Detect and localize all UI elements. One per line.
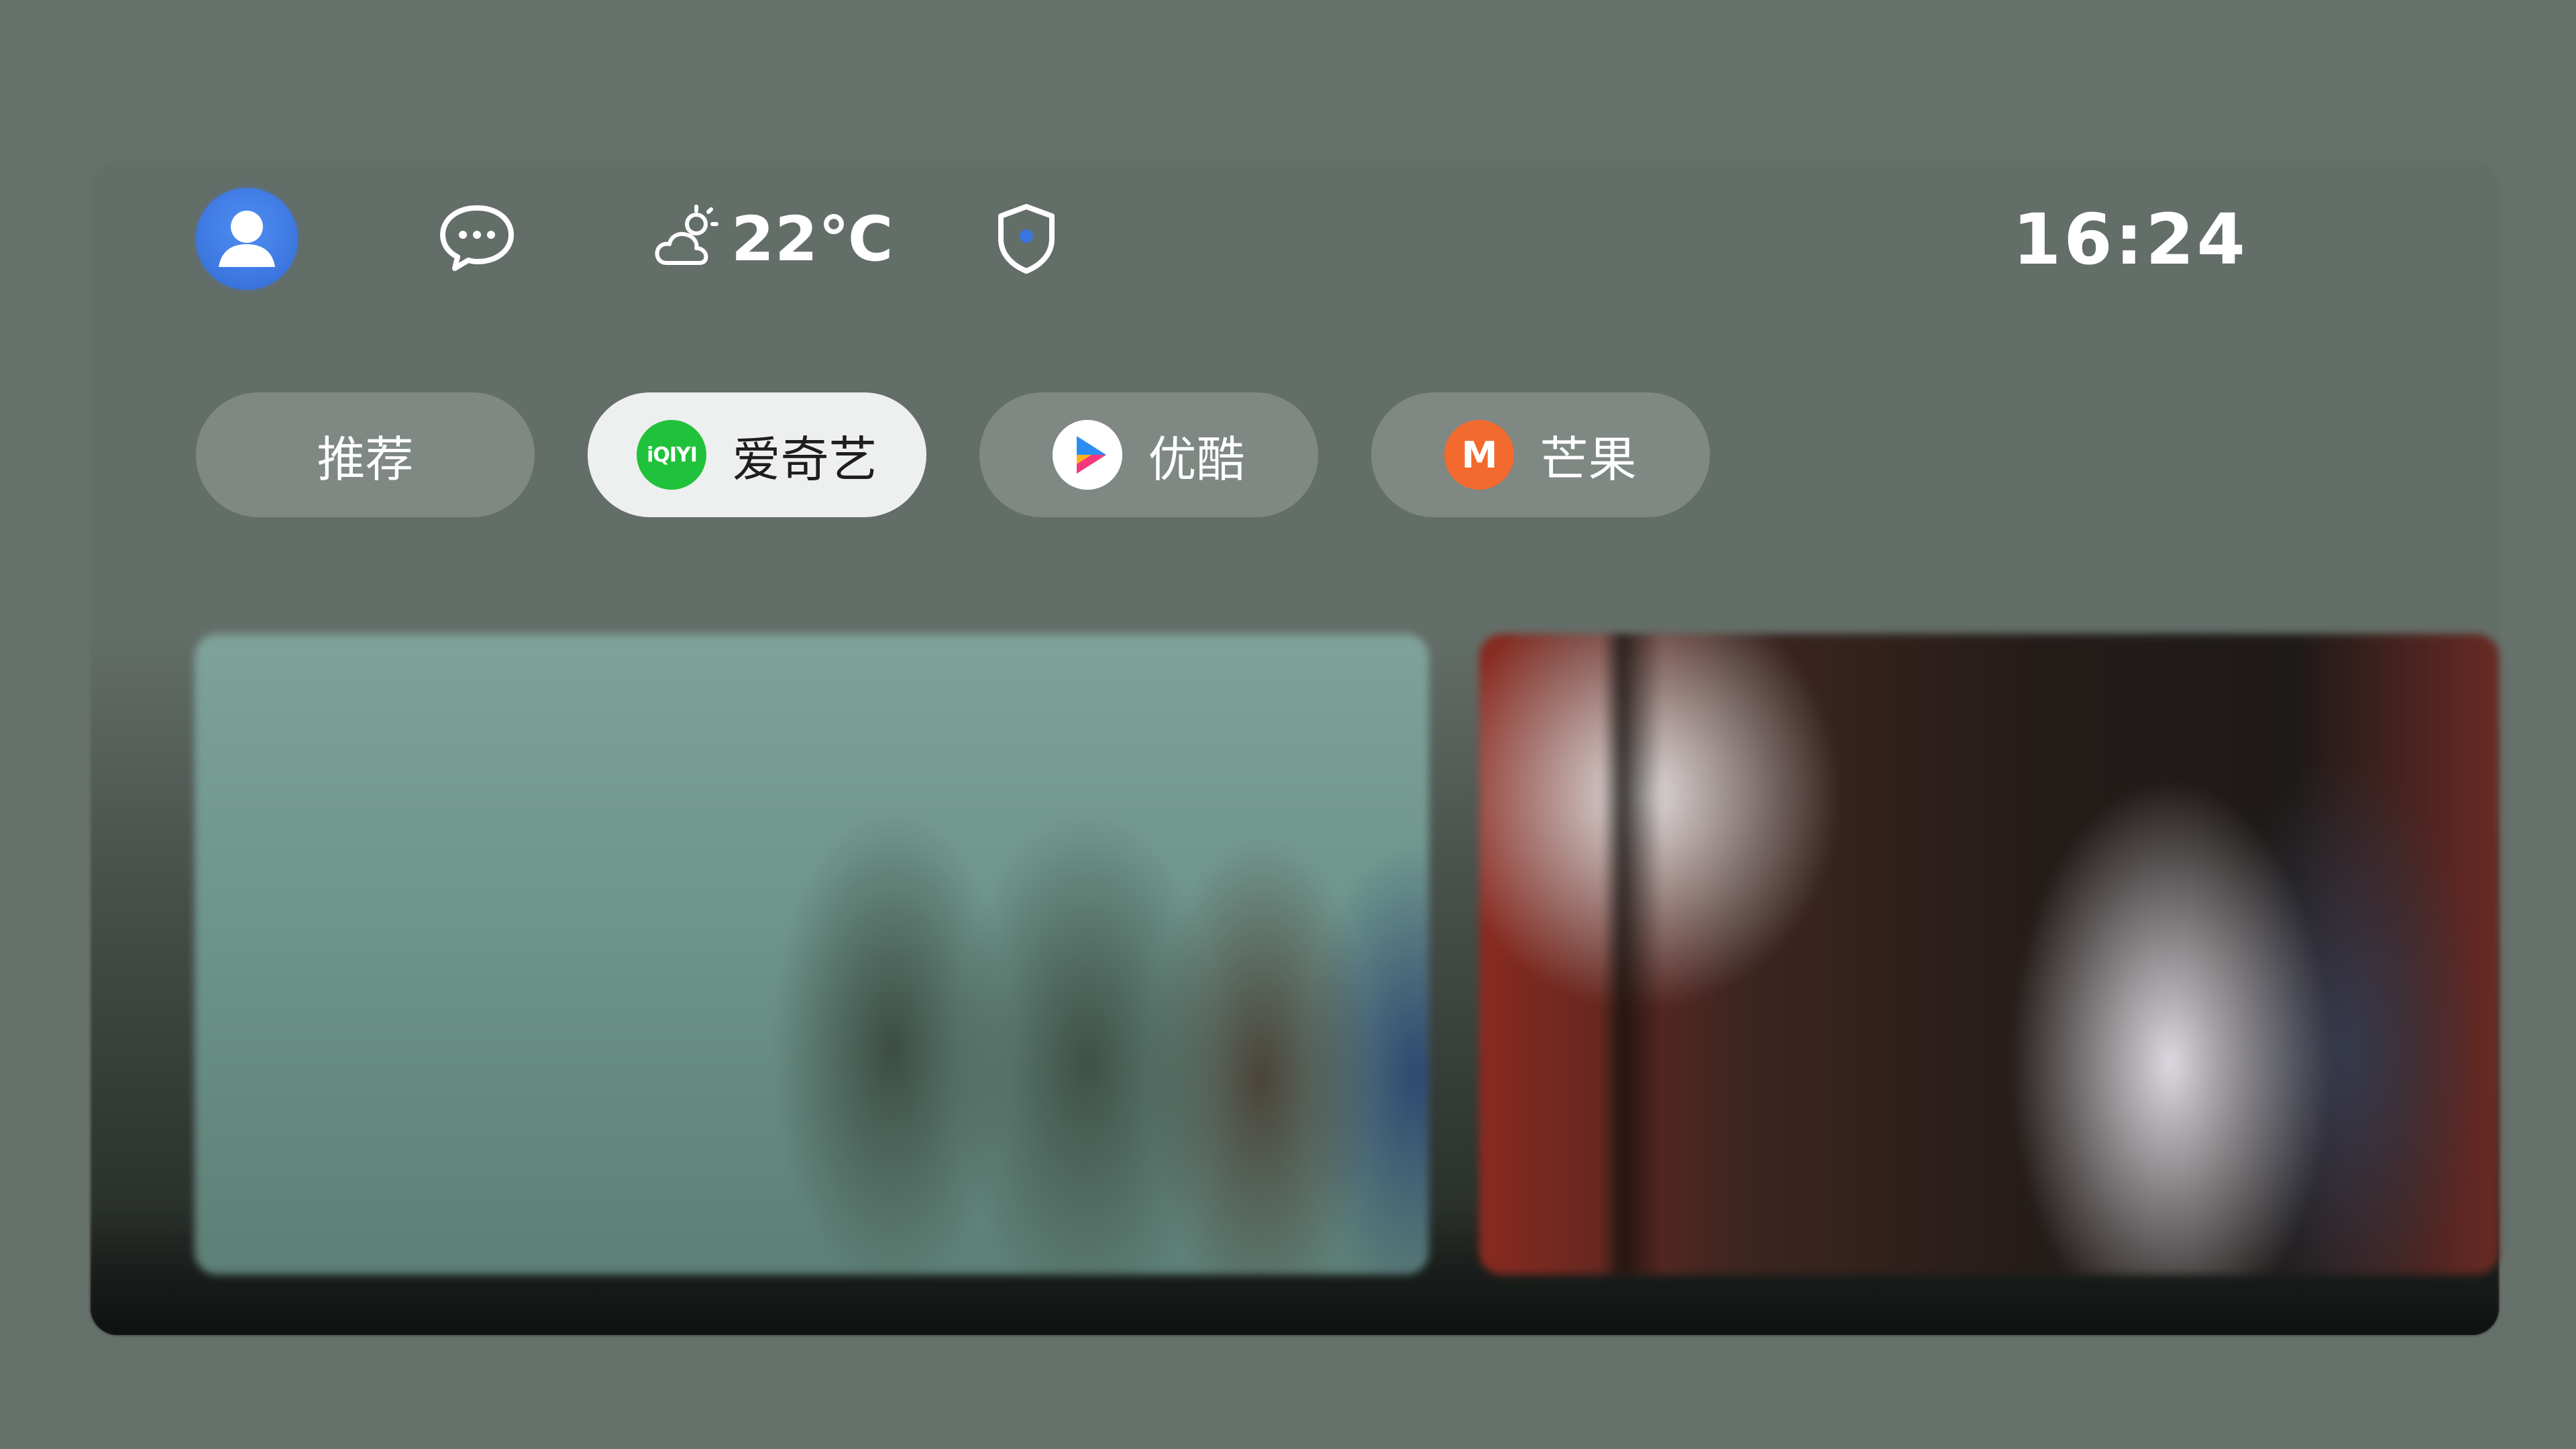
- tab-label: 推荐: [317, 431, 414, 488]
- content-card-1[interactable]: [195, 634, 1429, 1275]
- tv-home-screen: 22℃ 16:24 推荐 iQIYI 爱奇艺 优酷 M 芒果: [0, 0, 2576, 1449]
- temperature-label: 22℃: [731, 203, 894, 275]
- partly-cloudy-icon: [655, 205, 718, 265]
- mango-logo-icon: M: [1444, 420, 1515, 490]
- status-bar: 22℃ 16:24: [0, 0, 2576, 309]
- shield-icon[interactable]: [993, 201, 1060, 276]
- content-card-2[interactable]: [1479, 634, 2499, 1275]
- tab-label: 爱奇艺: [732, 431, 877, 488]
- youku-play-icon: [1053, 420, 1123, 490]
- clock: 16:24: [2012, 199, 2249, 280]
- tab-label: 优酷: [1148, 431, 1245, 488]
- tab-recommend[interactable]: 推荐: [196, 392, 535, 517]
- tab-iqiyi[interactable]: iQIYI 爱奇艺: [588, 392, 926, 517]
- chat-bubble-icon[interactable]: [436, 201, 518, 275]
- person-icon: [219, 211, 275, 267]
- user-avatar-icon[interactable]: [196, 188, 298, 290]
- tab-youku[interactable]: 优酷: [979, 392, 1318, 517]
- tab-label: 芒果: [1540, 431, 1637, 488]
- iqiyi-logo-icon: iQIYI: [637, 420, 707, 490]
- youku-logo-icon: [1053, 420, 1123, 490]
- tab-mango[interactable]: M 芒果: [1371, 392, 1710, 517]
